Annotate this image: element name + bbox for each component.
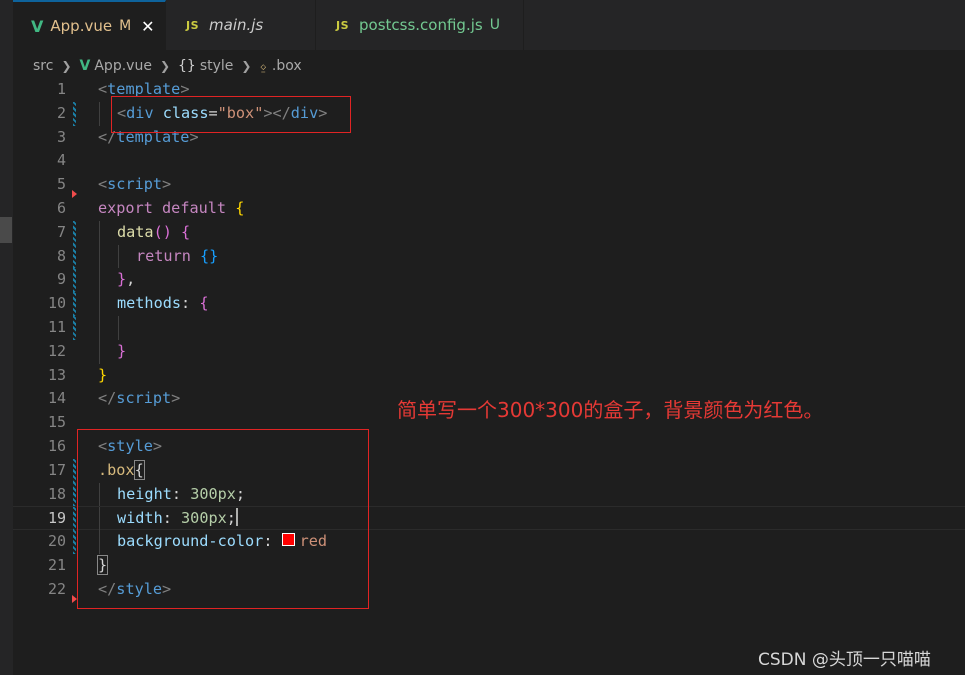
line-number: 8	[56, 246, 66, 265]
code-text: data() {	[117, 222, 191, 241]
code-text: <script>	[98, 175, 172, 194]
code-line: 5 <script>	[13, 173, 965, 199]
indent-guide	[99, 316, 100, 340]
line-number: 22	[47, 579, 66, 598]
indent-guide	[118, 244, 119, 269]
indent-guide	[118, 316, 119, 340]
css-selector-icon: ⍚	[259, 58, 268, 74]
breadcrumb-section[interactable]: {} style	[178, 58, 233, 74]
indent-guide	[99, 244, 100, 269]
line-number: 5	[56, 175, 66, 194]
code-text: methods: {	[117, 294, 209, 313]
breadcrumb-folder[interactable]: src	[33, 58, 53, 74]
vue-file-icon: V	[79, 58, 91, 74]
modified-badge: M	[119, 18, 132, 34]
line-number: 7	[56, 222, 66, 241]
line-number: 15	[47, 413, 66, 432]
code-line: 13 }	[13, 364, 965, 388]
modified-gutter-marker	[73, 220, 76, 245]
line-number: 6	[56, 199, 66, 217]
modified-gutter-marker	[73, 530, 76, 554]
code-line: 7 data() {	[13, 220, 965, 245]
line-number: 13	[47, 365, 66, 384]
modified-gutter-marker	[73, 316, 76, 340]
code-line: 11	[13, 316, 965, 340]
chevron-right-icon: ❯	[61, 59, 72, 73]
modified-gutter-marker	[73, 507, 76, 532]
indent-guide	[99, 339, 100, 364]
code-text: </script>	[98, 389, 181, 408]
watermark: CSDN @头顶一只喵喵	[758, 650, 931, 670]
indent-guide	[99, 268, 100, 293]
code-text: export default {	[98, 199, 245, 217]
tab-postcss-config[interactable]: JS postcss.config.js U	[316, 0, 524, 50]
chevron-right-icon: ❯	[241, 59, 252, 73]
modified-gutter-marker	[73, 101, 76, 126]
indent-guide	[99, 220, 100, 245]
modified-gutter-marker	[73, 268, 76, 293]
highlight-box-div	[111, 96, 351, 133]
breadcrumb: src ❯ V App.vue ❯ {} style ❯ ⍚ .box	[33, 55, 302, 77]
highlight-box-style	[77, 429, 369, 609]
code-line: 12 }	[13, 339, 965, 364]
line-number: 2	[56, 103, 66, 122]
js-file-icon: JS	[336, 18, 350, 32]
line-number: 14	[47, 389, 66, 408]
braces-icon: {}	[178, 58, 196, 74]
line-number: 3	[56, 127, 66, 146]
indent-guide	[99, 292, 100, 316]
line-number: 16	[47, 437, 66, 455]
code-text: },	[117, 270, 136, 289]
modified-gutter-marker	[73, 244, 76, 269]
line-number: 12	[47, 341, 66, 360]
tab-label: postcss.config.js	[359, 16, 483, 34]
activity-indicator	[0, 217, 12, 243]
line-number: 10	[47, 294, 66, 313]
tab-app-vue[interactable]: V App.vue M ✕	[13, 0, 166, 50]
line-number: 1	[56, 80, 66, 98]
modified-gutter-marker	[73, 482, 76, 507]
code-text: }	[117, 341, 127, 360]
code-line: 6 export default {	[13, 197, 965, 221]
close-icon[interactable]: ✕	[141, 17, 154, 36]
vue-file-icon: V	[31, 16, 44, 36]
annotation-note: 简单写一个300*300的盒子，背景颜色为红色。	[397, 398, 824, 422]
js-file-icon: JS	[186, 18, 200, 32]
code-line: 10 methods: {	[13, 292, 965, 316]
indent-guide	[99, 101, 100, 126]
chevron-right-icon: ❯	[159, 59, 170, 73]
breadcrumb-file[interactable]: V App.vue	[80, 58, 152, 74]
tab-main-js[interactable]: JS main.js	[166, 0, 316, 50]
line-number: 18	[47, 484, 66, 503]
code-text: return {}	[136, 246, 219, 265]
tab-label: main.js	[209, 16, 264, 34]
code-line: 8 return {}	[13, 244, 965, 269]
line-number: 21	[47, 556, 66, 574]
line-number: 9	[56, 270, 66, 289]
line-number: 11	[47, 318, 66, 336]
line-number: 17	[47, 460, 66, 479]
breadcrumb-selector[interactable]: ⍚ .box	[259, 58, 301, 74]
code-line: 9 },	[13, 268, 965, 293]
code-line: 4	[13, 149, 965, 173]
activity-bar	[0, 0, 13, 675]
code-text: }	[98, 365, 108, 384]
untracked-badge: U	[489, 17, 500, 33]
modified-gutter-marker	[73, 292, 76, 316]
line-number: 20	[47, 532, 66, 551]
editor-tab-bar: V App.vue M ✕ JS main.js JS postcss.conf…	[13, 0, 965, 50]
modified-gutter-marker	[73, 458, 76, 483]
line-number: 19	[47, 509, 66, 528]
tab-label: App.vue	[50, 17, 113, 35]
line-number: 4	[56, 151, 66, 170]
